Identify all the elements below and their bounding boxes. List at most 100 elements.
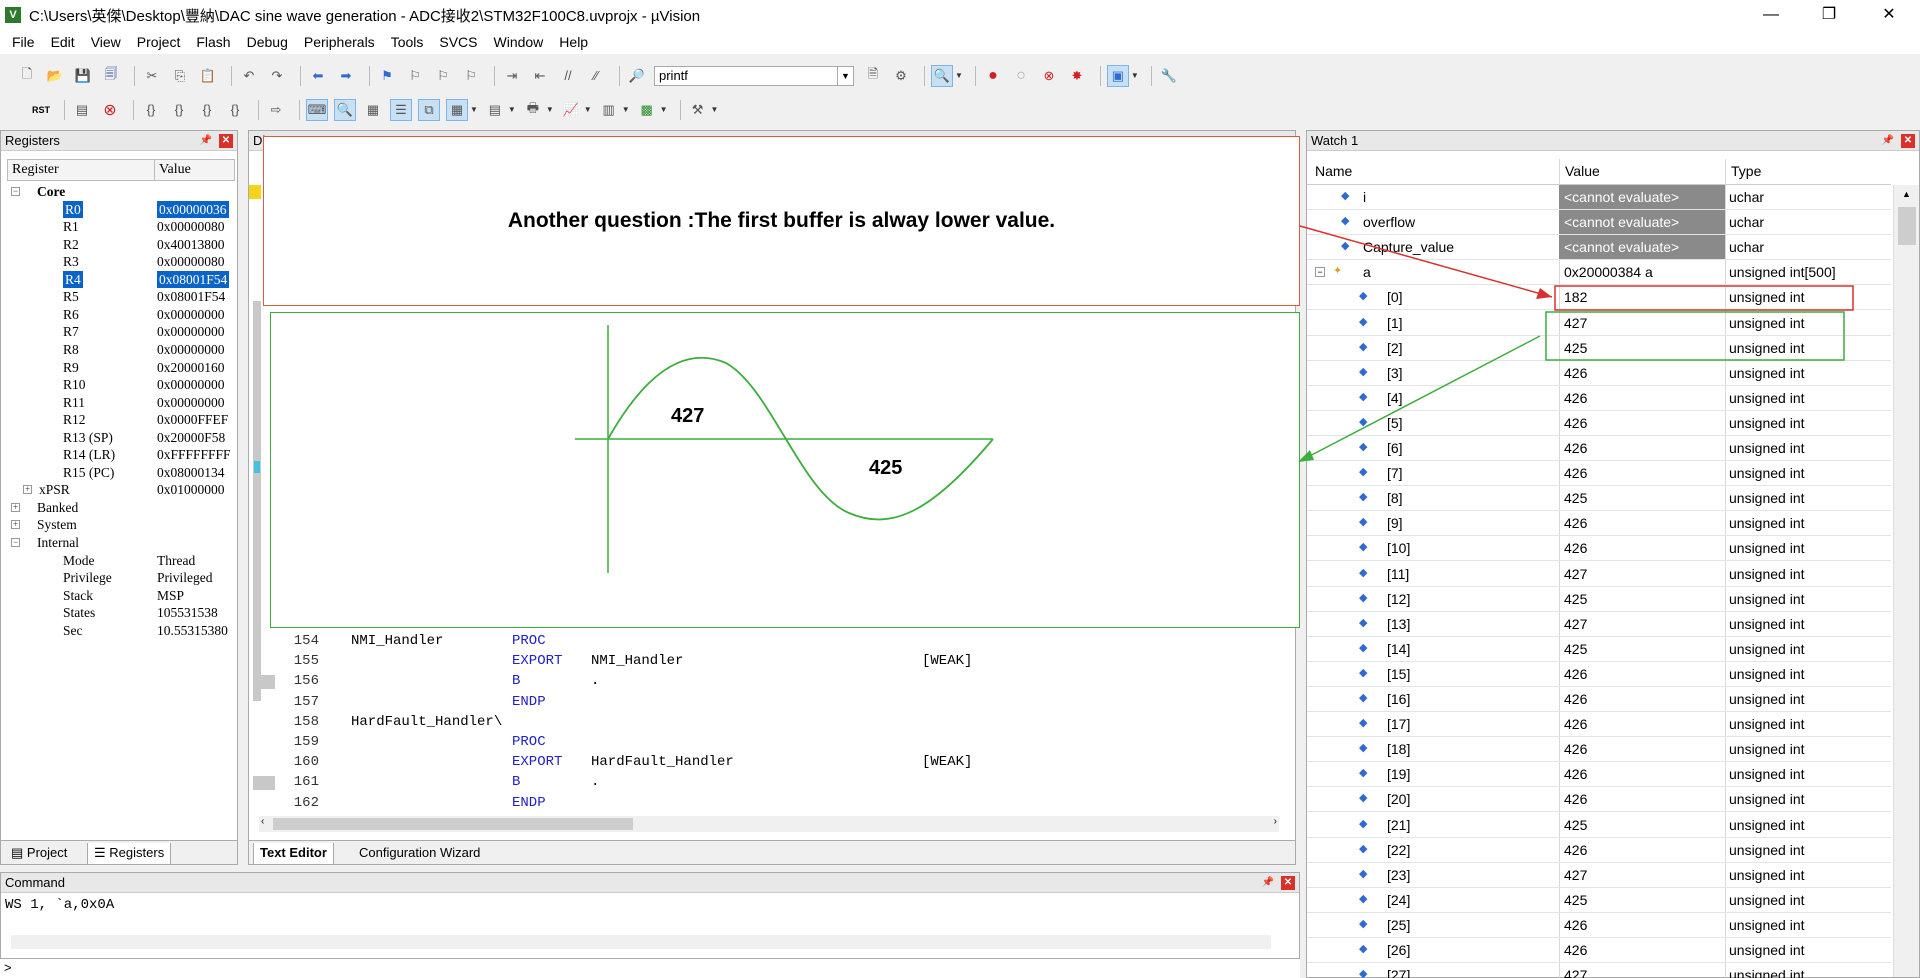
command-window-icon[interactable]: ⌨ [306, 98, 328, 121]
disable-breakpoint-icon[interactable]: ○ [1010, 65, 1032, 87]
watch-value[interactable]: 425 [1559, 336, 1725, 360]
pin-icon[interactable]: 📌 [1261, 876, 1275, 890]
register-value[interactable]: 0x20000160 [157, 359, 225, 377]
watch-value[interactable]: 426 [1559, 386, 1725, 410]
register-value[interactable]: 0x00000000 [157, 376, 225, 394]
watch-row[interactable]: ◆ [2] 425 unsigned int [1307, 336, 1891, 361]
registers-window-icon[interactable]: ☰ [390, 98, 412, 121]
code-line[interactable]: 155 EXPORT NMI_Handler [WEAK] [249, 651, 1249, 671]
scroll-right-icon[interactable]: › [1274, 816, 1277, 827]
register-row[interactable]: R0 0x00000036 [7, 200, 237, 219]
watch-value[interactable]: 427 [1559, 562, 1725, 586]
tab-configuration-wizard[interactable]: Configuration Wizard [353, 843, 486, 865]
menu-tools[interactable]: Tools [383, 30, 432, 54]
watch-row[interactable]: ◆ [1] 427 unsigned int [1307, 311, 1891, 336]
code-line[interactable]: 161 B. [249, 772, 1249, 792]
window-layout-icon[interactable]: ▣ [1106, 64, 1129, 87]
watch-row[interactable]: ◆ [7] 426 unsigned int [1307, 461, 1891, 487]
scrollbar-thumb[interactable] [273, 818, 633, 830]
redo-icon[interactable]: ↷ [266, 65, 288, 87]
register-row[interactable]: R15 (PC) 0x08000134 [7, 464, 237, 482]
register-row[interactable]: Privilege Privileged [7, 569, 237, 587]
call-stack-icon[interactable]: ⧉ [418, 98, 440, 121]
save-all-icon[interactable]: 🗐 [100, 65, 122, 87]
watch-row[interactable]: ◆ [6] 426 unsigned int [1307, 436, 1891, 461]
watch-row[interactable]: ◆ [17] 426 unsigned int [1307, 712, 1891, 738]
trace-window-icon[interactable]: ▥ [598, 99, 620, 121]
register-row[interactable]: R10 0x00000000 [7, 376, 237, 394]
run-icon[interactable]: ▤ [71, 99, 93, 121]
run-to-cursor-icon[interactable]: {} [224, 99, 246, 121]
watch-value[interactable]: 182 [1559, 285, 1725, 309]
configure-icon[interactable]: ⚙ [890, 65, 912, 87]
incremental-find-icon[interactable]: 🗎 [862, 65, 884, 87]
chevron-down-icon[interactable]: ▼ [546, 105, 554, 114]
register-value[interactable]: 0x00000000 [157, 306, 225, 324]
new-file-icon[interactable]: 🗋 [16, 65, 38, 87]
navigate-back-icon[interactable]: ⬅ [307, 65, 329, 87]
register-row[interactable]: R14 (LR) 0xFFFFFFFF [7, 446, 237, 464]
watch-row[interactable]: ◆ [18] 426 unsigned int [1307, 737, 1891, 763]
menu-view[interactable]: View [83, 30, 129, 54]
watch-value[interactable]: 425 [1559, 888, 1725, 912]
watch-row[interactable]: ◆ [21] 425 unsigned int [1307, 813, 1891, 838]
register-row[interactable]: R12 0x0000FFEF [7, 411, 237, 429]
scrollbar-thumb[interactable] [1898, 207, 1916, 245]
register-value[interactable]: 10.55315380 [157, 622, 228, 640]
watch-value[interactable]: 426 [1559, 536, 1725, 560]
register-value[interactable]: 0x08001F54 [157, 270, 230, 289]
watch-row[interactable]: ◆ [10] 426 unsigned int [1307, 536, 1891, 562]
register-value[interactable]: 0x0000FFEF [157, 411, 228, 429]
watch-value[interactable]: <cannot evaluate> [1559, 210, 1725, 235]
watch-value[interactable]: 426 [1559, 762, 1725, 786]
value-column-header[interactable]: Value [1565, 163, 1600, 179]
toolbox-icon[interactable]: ⚒ [687, 99, 709, 121]
code-line[interactable]: 157 ENDP [249, 692, 1249, 712]
close-icon[interactable]: ✕ [1281, 876, 1295, 890]
register-row[interactable]: R2 0x40013800 [7, 236, 237, 254]
watch-window-icon[interactable]: ▦ [446, 98, 468, 121]
cut-icon[interactable]: ✂ [141, 65, 163, 87]
watch-value[interactable]: 426 [1559, 662, 1725, 686]
save-icon[interactable]: 💾 [72, 65, 94, 87]
menu-svcs[interactable]: SVCS [431, 30, 485, 54]
watch-value[interactable]: 425 [1559, 486, 1725, 510]
menu-peripherals[interactable]: Peripherals [296, 30, 383, 54]
comment-icon[interactable]: // [557, 65, 579, 87]
type-column-header[interactable]: Type [1731, 163, 1761, 179]
expand-icon[interactable]: + [23, 485, 32, 495]
watch-row[interactable]: ◆ [4] 426 unsigned int [1307, 386, 1891, 411]
watch-row[interactable]: ◆ [24] 425 unsigned int [1307, 888, 1891, 913]
prev-bookmark-icon[interactable]: ⚐ [404, 65, 426, 87]
expand-icon[interactable]: + [11, 502, 20, 512]
watch-row[interactable]: ◆ overflow <cannot evaluate> uchar [1307, 210, 1891, 236]
register-row[interactable]: States 105531538 [7, 604, 237, 622]
register-row[interactable]: R11 0x00000000 [7, 394, 237, 412]
uncomment-icon[interactable]: ⁄⁄ [585, 65, 607, 87]
watch-row[interactable]: ◆ [19] 426 unsigned int [1307, 762, 1891, 788]
watch-value[interactable]: 426 [1559, 511, 1725, 535]
command-input[interactable]: > [0, 958, 1300, 978]
register-value[interactable]: Thread [157, 552, 195, 570]
watch-row[interactable]: ◆ [3] 426 unsigned int [1307, 361, 1891, 386]
chevron-down-icon[interactable]: ▼ [584, 105, 592, 114]
register-value[interactable]: 0x00000000 [157, 394, 225, 412]
chevron-down-icon[interactable]: ▼ [1131, 71, 1139, 80]
watch-row[interactable]: ◆ [23] 427 unsigned int [1307, 863, 1891, 888]
watch-value[interactable]: 426 [1559, 687, 1725, 711]
collapse-icon[interactable]: − [11, 538, 20, 547]
watch-value[interactable]: 426 [1559, 411, 1725, 435]
watch-row[interactable]: ◆ [13] 427 unsigned int [1307, 612, 1891, 637]
register-value[interactable]: 0xFFFFFFFF [157, 446, 231, 464]
watch-value[interactable]: 425 [1559, 587, 1725, 611]
editor-horizontal-scrollbar[interactable]: ‹ › [259, 816, 1279, 832]
code-line[interactable]: 154 NMI_Handler PROC [249, 631, 1249, 651]
watch-value[interactable]: 426 [1559, 361, 1725, 385]
watch-value[interactable]: 426 [1559, 461, 1725, 485]
breakpoint-icon[interactable]: ● [982, 65, 1004, 87]
watch-row[interactable]: − ✦ a 0x20000384 a unsigned int[500] [1307, 260, 1891, 286]
pin-icon[interactable]: 📌 [1881, 134, 1895, 148]
watch-row[interactable]: ◆ [16] 426 unsigned int [1307, 687, 1891, 712]
code-line[interactable]: 162 ENDP [249, 793, 1249, 813]
step-over-icon[interactable]: {} [168, 99, 190, 121]
